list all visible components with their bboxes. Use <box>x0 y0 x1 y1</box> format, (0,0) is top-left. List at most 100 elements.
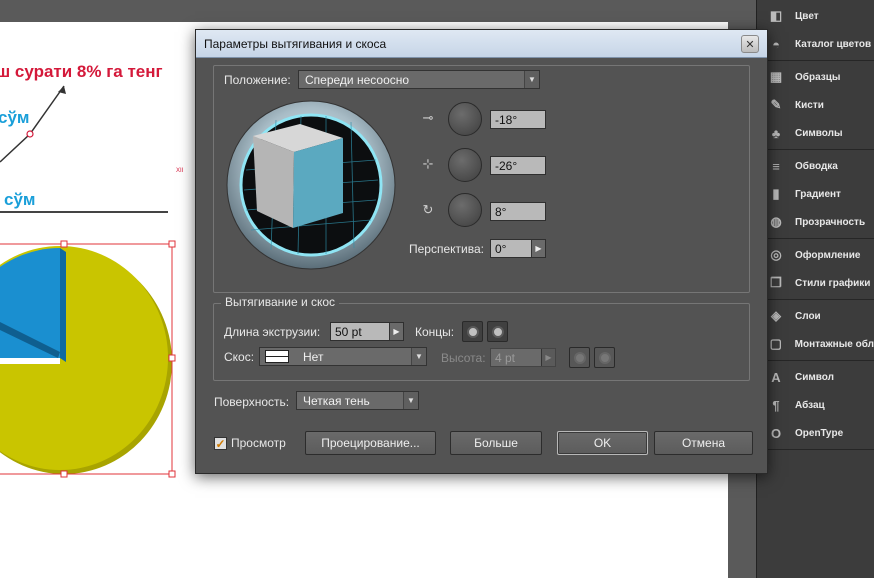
preview-checkbox[interactable]: ✓ <box>214 437 227 450</box>
selection-handle <box>60 470 68 478</box>
data-point-marker <box>26 130 34 138</box>
artboards-icon: ▢ <box>769 336 782 351</box>
color-icon: ◧ <box>769 8 783 23</box>
canvas-underline[interactable] <box>0 211 168 213</box>
cap-off-icon <box>491 325 504 338</box>
panel-artboards[interactable]: ▢ Монтажные обл <box>757 330 874 358</box>
panel-gradient[interactable]: ▮ Градиент <box>757 180 874 208</box>
y-axis-rotate-icon: ⊹ <box>422 156 434 171</box>
bevel-swatch-icon <box>265 350 289 363</box>
cube-front-face <box>293 138 343 228</box>
position-label: Положение: <box>224 73 291 87</box>
extrude-legend: Вытягивание и скос <box>221 295 340 309</box>
gradient-icon: ▮ <box>772 186 780 201</box>
x-rotation-dial[interactable] <box>448 102 482 136</box>
track-cube-preview[interactable] <box>226 100 396 270</box>
chevron-down-icon: ▼ <box>403 392 418 409</box>
bevel-in-icon <box>598 351 611 364</box>
symbols-icon: ♣ <box>771 125 781 141</box>
bevel-in-button[interactable] <box>594 347 615 368</box>
surface-label: Поверхность: <box>214 395 290 409</box>
preview-label[interactable]: Просмотр <box>231 436 286 450</box>
panel-group: ≡ Обводка ▮ Градиент ◍ Прозрачность <box>757 150 874 239</box>
chevron-down-icon: ▼ <box>411 348 426 365</box>
panel-transparency[interactable]: ◍ Прозрачность <box>757 208 874 236</box>
cap-on-button[interactable] <box>462 321 483 342</box>
bevel-height-input[interactable]: 4 pt ▶ <box>490 348 556 367</box>
caps-label: Концы: <box>415 325 455 339</box>
x-rotation-input[interactable]: -18° <box>490 110 546 129</box>
chevron-right-icon[interactable]: ▶ <box>541 349 555 366</box>
z-axis-rotate-icon: ↻ <box>422 202 434 217</box>
panel-character[interactable]: A Символ <box>757 363 874 391</box>
canvas-text-red[interactable]: ш сурати 8% га тенг <box>0 62 163 82</box>
panel-graphic-styles[interactable]: ❐ Стили графики <box>757 269 874 297</box>
panel-appearance[interactable]: ◎ Оформление <box>757 241 874 269</box>
bevel-label: Скос: <box>224 350 255 364</box>
dialog-title: Параметры вытягивания и скоса <box>204 36 387 51</box>
chevron-right-icon[interactable]: ▶ <box>531 240 545 257</box>
checkmark-icon: ✓ <box>215 436 226 451</box>
bevel-height-label: Высота: <box>441 351 486 365</box>
extrude-depth-input[interactable]: 50 pt ▶ <box>330 322 404 341</box>
panel-group: ▦ Образцы ✎ Кисти ♣ Символы <box>757 61 874 150</box>
cap-off-button[interactable] <box>487 321 508 342</box>
extrude-bevel-dialog: Параметры вытягивания и скоса ✕ Положени… <box>195 29 768 474</box>
graphic-styles-icon: ❐ <box>770 275 782 290</box>
selection-handle <box>60 240 68 248</box>
opentype-icon: O <box>770 425 782 441</box>
bevel-select[interactable]: Нет ▼ <box>259 347 427 366</box>
panel-dock: ◧ Цвет ◓ Каталог цветов ▦ Образцы ✎ Кисти ♣ С… <box>756 0 874 578</box>
bevel-out-button[interactable] <box>569 347 590 368</box>
layers-icon: ◈ <box>771 308 781 323</box>
selection-handle <box>168 240 176 248</box>
close-icon: ✕ <box>745 38 755 51</box>
character-icon: A <box>771 369 781 385</box>
z-rotation-dial[interactable] <box>448 193 482 227</box>
position-select[interactable]: Спереди несоосно ▼ <box>298 70 540 89</box>
selection-handle <box>168 354 176 362</box>
panel-group: ◈ Слои ▢ Монтажные обл <box>757 300 874 361</box>
extrude-bevel-group <box>213 303 750 381</box>
panel-brushes[interactable]: ✎ Кисти <box>757 91 874 119</box>
bevel-out-icon <box>573 351 586 364</box>
panel-group: ◧ Цвет ◓ Каталог цветов <box>757 0 874 61</box>
cancel-button[interactable]: Отмена <box>654 431 753 455</box>
appearance-icon: ◎ <box>770 247 782 262</box>
swatches-icon: ▦ <box>769 69 783 84</box>
extrude-depth-label: Длина экструзии: <box>224 325 321 339</box>
stroke-icon: ≡ <box>772 158 780 174</box>
more-options-button[interactable]: Больше <box>450 431 542 455</box>
chevron-right-icon[interactable]: ▶ <box>389 323 403 340</box>
y-rotation-input[interactable]: -26° <box>490 156 546 175</box>
selection-handle <box>168 470 176 478</box>
panel-stroke[interactable]: ≡ Обводка <box>757 152 874 180</box>
perspective-label: Перспектива: <box>409 242 484 256</box>
brushes-icon: ✎ <box>770 97 782 112</box>
paragraph-icon: ¶ <box>772 397 780 413</box>
color-guide-icon: ◓ <box>772 36 780 52</box>
panel-color[interactable]: ◧ Цвет <box>757 2 874 30</box>
panel-color-guide[interactable]: ◓ Каталог цветов <box>757 30 874 58</box>
close-button[interactable]: ✕ <box>741 35 759 53</box>
panel-layers[interactable]: ◈ Слои <box>757 302 874 330</box>
dialog-titlebar[interactable]: Параметры вытягивания и скоса <box>196 30 767 58</box>
panel-opentype[interactable]: O OpenType <box>757 419 874 447</box>
canvas-text-blue[interactable]: сўм <box>4 190 36 210</box>
z-rotation-input[interactable]: 8° <box>490 202 546 221</box>
panel-group: ◎ Оформление ❐ Стили графики <box>757 239 874 300</box>
panel-swatches[interactable]: ▦ Образцы <box>757 63 874 91</box>
panel-symbols[interactable]: ♣ Символы <box>757 119 874 147</box>
panel-group: A Символ ¶ Абзац O OpenType <box>757 361 874 450</box>
panel-paragraph[interactable]: ¶ Абзац <box>757 391 874 419</box>
ok-button[interactable]: OK <box>557 431 648 455</box>
canvas-small-text: XII <box>176 168 184 174</box>
canvas-text-blue[interactable]: сўм <box>0 108 30 128</box>
surface-select[interactable]: Четкая тень ▼ <box>296 391 419 410</box>
y-rotation-dial[interactable] <box>448 148 482 182</box>
perspective-input[interactable]: 0° ▶ <box>490 239 546 258</box>
cap-on-icon <box>466 325 479 338</box>
chevron-down-icon: ▼ <box>524 71 539 88</box>
x-axis-rotate-icon: ⊸ <box>422 110 434 125</box>
map-art-button[interactable]: Проецирование... <box>305 431 436 455</box>
